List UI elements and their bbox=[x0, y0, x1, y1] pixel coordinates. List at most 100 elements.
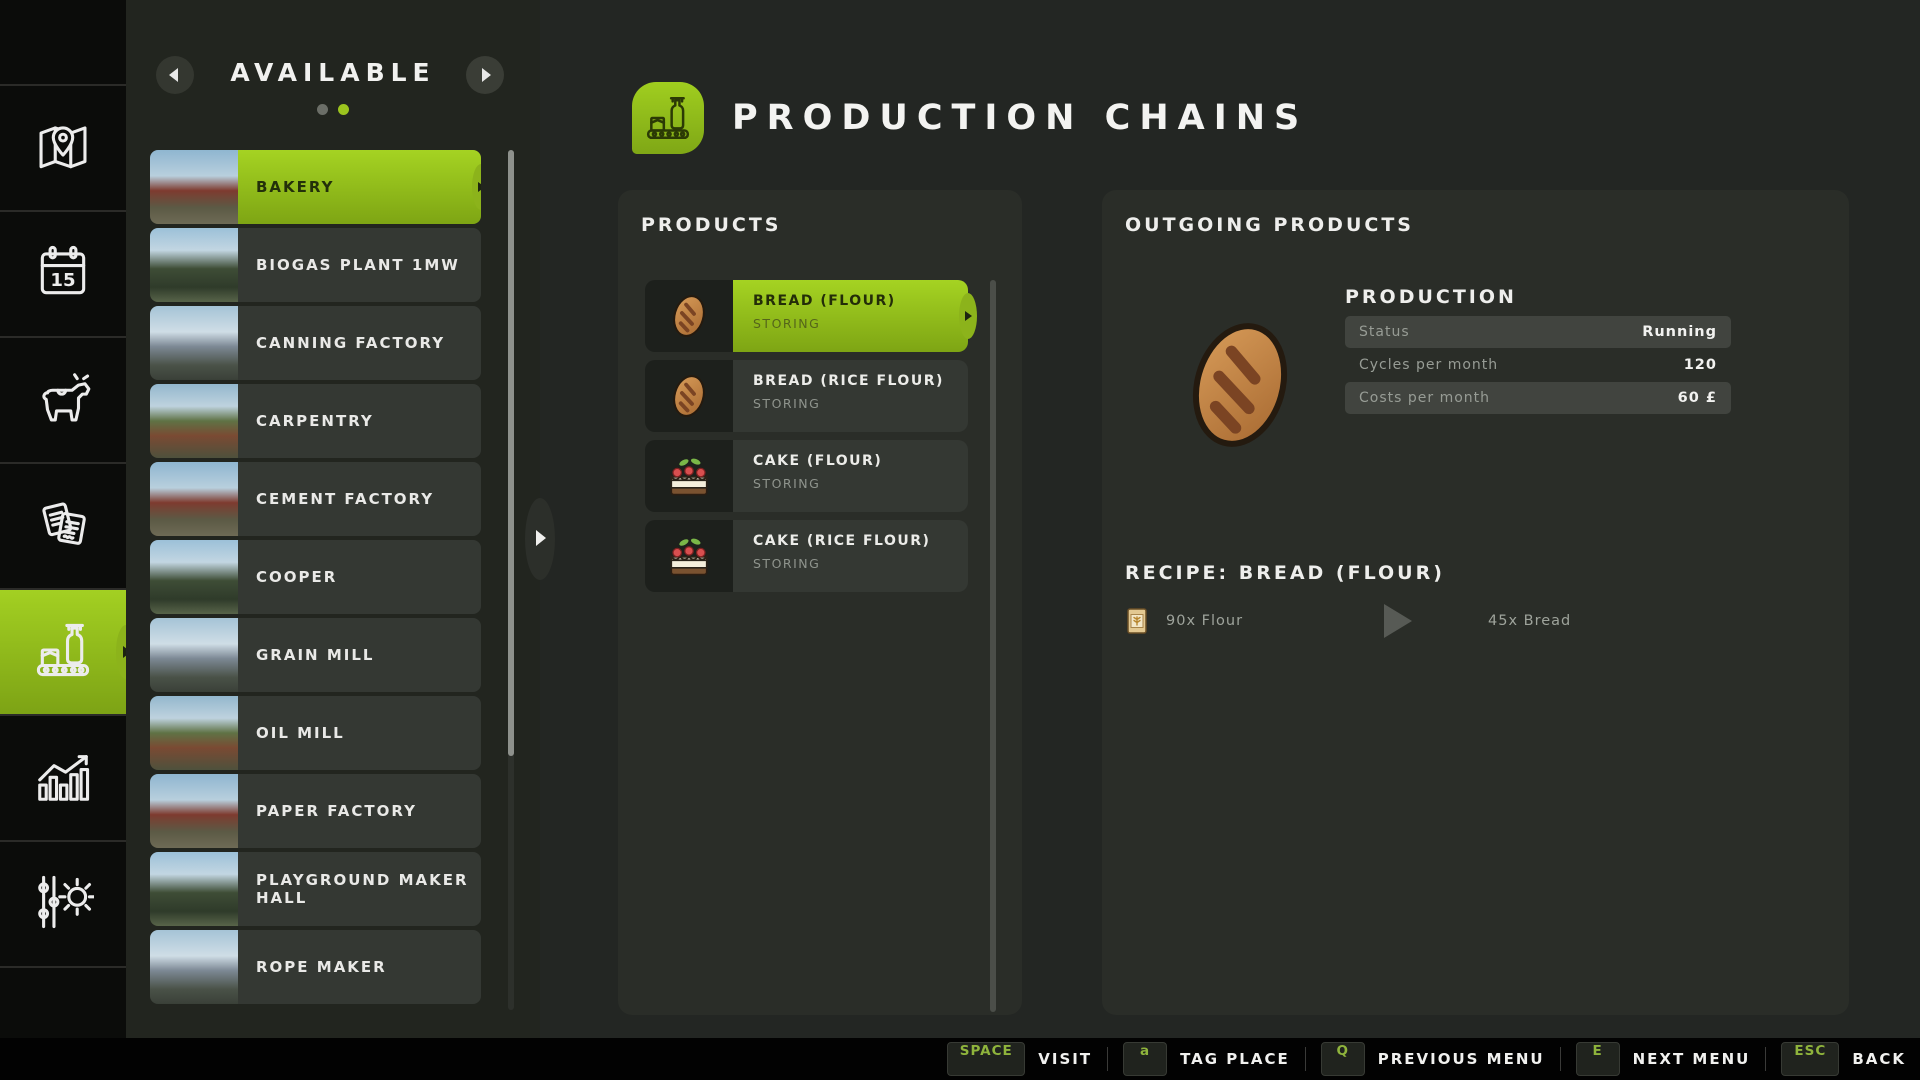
available-item[interactable]: CEMENT FACTORY bbox=[150, 462, 481, 536]
products-scrollbar[interactable] bbox=[990, 280, 996, 1012]
building-thumbnail bbox=[150, 306, 238, 380]
available-scrollbar[interactable] bbox=[508, 150, 514, 1010]
building-name: CARPENTRY bbox=[238, 384, 481, 458]
production-chains-screen: 15 AVAILABLE BAKERY BIOGAS PLANT 1MW CANNI… bbox=[0, 0, 1920, 1080]
building-thumbnail bbox=[150, 384, 238, 458]
product-status: STORING bbox=[753, 396, 821, 411]
cow-icon bbox=[32, 367, 94, 433]
hotkey-next-menu[interactable]: E NEXT MENU bbox=[1575, 1042, 1751, 1076]
product-info: CAKE (FLOUR) STORING bbox=[733, 440, 968, 512]
production-icon bbox=[32, 619, 94, 685]
hotkey-visit[interactable]: SPACE VISIT bbox=[947, 1042, 1092, 1076]
stat-row: Cycles per month 120 bbox=[1345, 349, 1731, 381]
hotkey-back[interactable]: ESC BACK bbox=[1781, 1042, 1906, 1076]
building-thumbnail bbox=[150, 774, 238, 848]
product-info: BREAD (RICE FLOUR) STORING bbox=[733, 360, 968, 432]
stat-row: Status Running bbox=[1345, 316, 1731, 348]
pagination-dot-1[interactable] bbox=[317, 104, 328, 115]
hotkey-tag-place[interactable]: a TAG PLACE bbox=[1123, 1042, 1290, 1076]
product-status: STORING bbox=[753, 556, 821, 571]
page-title-text: PRODUCTION CHAINS bbox=[732, 98, 1309, 138]
product-item[interactable]: CAKE (RICE FLOUR) STORING bbox=[645, 520, 968, 592]
product-list: BREAD (FLOUR) STORING BREAD (RICE FLOUR) ST… bbox=[645, 280, 977, 600]
stat-row: Costs per month 60 £ bbox=[1345, 382, 1731, 414]
calendar-icon: 15 bbox=[32, 241, 94, 307]
flour-bag-icon bbox=[1125, 606, 1149, 636]
page-title: PRODUCTION CHAINS bbox=[632, 82, 1308, 154]
keycap: E bbox=[1575, 1042, 1620, 1076]
building-thumbnail bbox=[150, 228, 238, 302]
hotkey-action: PREVIOUS MENU bbox=[1377, 1050, 1545, 1068]
available-column: AVAILABLE BAKERY BIOGAS PLANT 1MW CANNING … bbox=[126, 0, 555, 1038]
bread-icon bbox=[645, 280, 733, 352]
available-list: BAKERY BIOGAS PLANT 1MW CANNING FACTORY CAR… bbox=[150, 150, 481, 1016]
recipe-input: 90x Flour bbox=[1166, 613, 1244, 629]
scrollbar-thumb[interactable] bbox=[508, 150, 514, 756]
stat-label: Cycles per month bbox=[1359, 357, 1499, 373]
product-item[interactable]: BREAD (RICE FLOUR) STORING bbox=[645, 360, 968, 432]
hotkey-action: TAG PLACE bbox=[1180, 1050, 1290, 1068]
available-item[interactable]: CARPENTRY bbox=[150, 384, 481, 458]
product-info: CAKE (RICE FLOUR) STORING bbox=[733, 520, 968, 592]
available-item[interactable]: PLAYGROUND MAKER HALL bbox=[150, 852, 481, 926]
cake-icon bbox=[645, 440, 733, 512]
keycap: ESC bbox=[1781, 1042, 1840, 1076]
outgoing-heading: OUTGOING PRODUCTS bbox=[1125, 214, 1414, 236]
hotkey-action: NEXT MENU bbox=[1632, 1050, 1751, 1068]
recipe-arrow-icon bbox=[1384, 604, 1412, 638]
bread-icon bbox=[645, 360, 733, 432]
building-thumbnail bbox=[150, 618, 238, 692]
recipe-output: 45x Bread bbox=[1488, 613, 1572, 629]
available-item[interactable]: BIOGAS PLANT 1MW bbox=[150, 228, 481, 302]
building-name: PAPER FACTORY bbox=[238, 774, 481, 848]
sidebar-item-animals[interactable] bbox=[0, 338, 126, 464]
hotkey-separator bbox=[1304, 1047, 1306, 1071]
available-item[interactable]: BAKERY bbox=[150, 150, 481, 224]
sidebar-item-production[interactable] bbox=[0, 590, 136, 716]
product-status: STORING bbox=[753, 476, 821, 491]
hotkey-previous-menu[interactable]: Q PREVIOUS MENU bbox=[1320, 1042, 1545, 1076]
pagination-dot-2[interactable] bbox=[338, 104, 349, 115]
sidebar-item-finances[interactable] bbox=[0, 842, 126, 968]
scrollbar-thumb[interactable] bbox=[990, 280, 996, 1012]
hotkey-separator bbox=[1765, 1047, 1767, 1071]
available-item[interactable]: PAPER FACTORY bbox=[150, 774, 481, 848]
hotkey-separator bbox=[1107, 1047, 1109, 1071]
key-name: Q bbox=[1336, 1043, 1349, 1059]
recipe-heading: RECIPE: BREAD (FLOUR) bbox=[1125, 562, 1445, 584]
products-panel: PRODUCTS BREAD (FLOUR) STORING BREAD (RICE… bbox=[618, 190, 1022, 1015]
products-heading: PRODUCTS bbox=[641, 214, 782, 236]
calendar-day: 15 bbox=[50, 270, 75, 291]
available-item[interactable]: COOPER bbox=[150, 540, 481, 614]
chart-icon bbox=[32, 745, 94, 811]
product-item[interactable]: BREAD (FLOUR) STORING bbox=[645, 280, 977, 352]
available-item[interactable]: OIL MILL bbox=[150, 696, 481, 770]
building-name: BAKERY bbox=[238, 150, 481, 224]
sidebar-item-calendar[interactable]: 15 bbox=[0, 212, 126, 338]
product-name: BREAD (FLOUR) bbox=[753, 293, 896, 309]
sidebar-item-statistics[interactable] bbox=[0, 716, 126, 842]
product-item[interactable]: CAKE (FLOUR) STORING bbox=[645, 440, 968, 512]
available-item[interactable]: GRAIN MILL bbox=[150, 618, 481, 692]
stat-value: Running bbox=[1642, 324, 1717, 340]
sidebar-spacer bbox=[0, 0, 126, 86]
sidebar-item-contracts[interactable] bbox=[0, 464, 126, 590]
building-thumbnail bbox=[150, 852, 238, 926]
stat-value: 120 bbox=[1683, 357, 1717, 373]
expand-arrow-icon bbox=[536, 530, 546, 546]
available-item[interactable]: ROPE MAKER bbox=[150, 930, 481, 1004]
arrow-right-icon bbox=[965, 311, 972, 321]
stat-value: 60 £ bbox=[1677, 390, 1717, 406]
cake-icon bbox=[645, 520, 733, 592]
keycap: a bbox=[1123, 1042, 1168, 1076]
building-thumbnail bbox=[150, 462, 238, 536]
building-name: GRAIN MILL bbox=[238, 618, 481, 692]
outgoing-products-panel: OUTGOING PRODUCTS PRODUCTION Status Runni… bbox=[1102, 190, 1849, 1015]
available-title: AVAILABLE bbox=[230, 58, 436, 87]
available-item[interactable]: CANNING FACTORY bbox=[150, 306, 481, 380]
keycap: Q bbox=[1320, 1042, 1365, 1076]
column-expander[interactable] bbox=[525, 498, 555, 580]
recipe-row: 90x Flour 45x Bread bbox=[1125, 604, 1571, 638]
sidebar-item-map[interactable] bbox=[0, 86, 126, 212]
product-name: CAKE (RICE FLOUR) bbox=[753, 533, 931, 549]
